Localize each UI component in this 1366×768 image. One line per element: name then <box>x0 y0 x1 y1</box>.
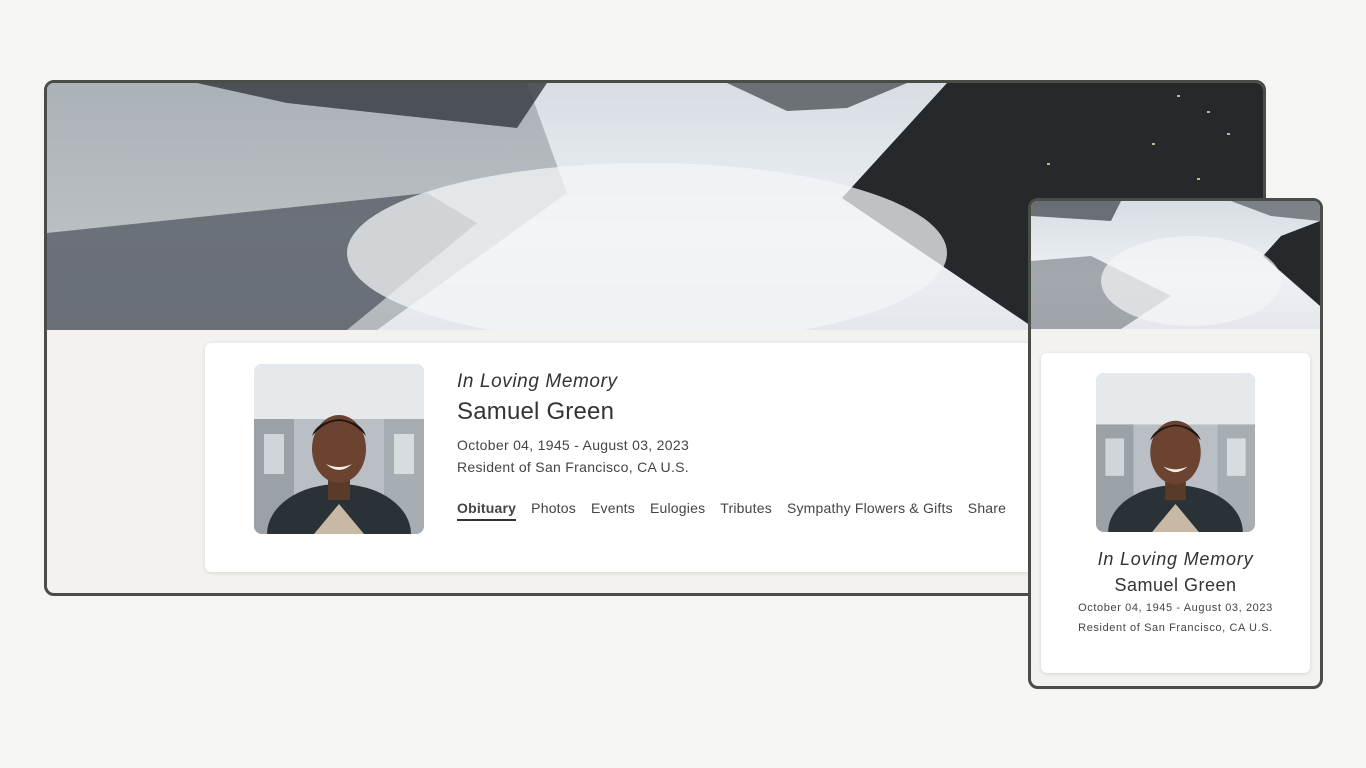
life-dates: October 04, 1945 - August 03, 2023 <box>1078 602 1273 614</box>
mobile-mockup: In Loving Memory Samuel Green October 04… <box>1028 198 1323 689</box>
profile-info: In Loving Memory Samuel Green October 04… <box>457 371 689 475</box>
memory-label: In Loving Memory <box>1097 549 1254 569</box>
tab-events[interactable]: Events <box>591 500 635 521</box>
person-name: Samuel Green <box>457 398 615 425</box>
tab-sympathy-flowers-gifts[interactable]: Sympathy Flowers & Gifts <box>787 500 953 521</box>
portrait-photo <box>1096 373 1255 532</box>
tab-tributes[interactable]: Tributes <box>720 500 772 521</box>
residence: Resident of San Francisco, CA U.S. <box>1078 622 1273 634</box>
tab-photos[interactable]: Photos <box>531 500 576 521</box>
tab-eulogies[interactable]: Eulogies <box>650 500 705 521</box>
life-dates: October 04, 1945 - August 03, 2023 <box>457 437 690 453</box>
portrait-photo <box>254 364 424 534</box>
memory-label: In Loving Memory <box>457 371 618 392</box>
residence: Resident of San Francisco, CA U.S. <box>457 459 689 475</box>
banner-image <box>1031 201 1320 329</box>
person-name: Samuel Green <box>1114 575 1237 595</box>
tab-obituary[interactable]: Obituary <box>457 500 517 521</box>
profile-card: In Loving Memory Samuel Green October 04… <box>1041 353 1310 673</box>
obituary-tabs: Obituary Photos Events Eulogies Tributes… <box>457 500 1006 521</box>
tab-share[interactable]: Share <box>968 500 1006 521</box>
profile-card: In Loving Memory Samuel Green October 04… <box>205 343 1085 572</box>
